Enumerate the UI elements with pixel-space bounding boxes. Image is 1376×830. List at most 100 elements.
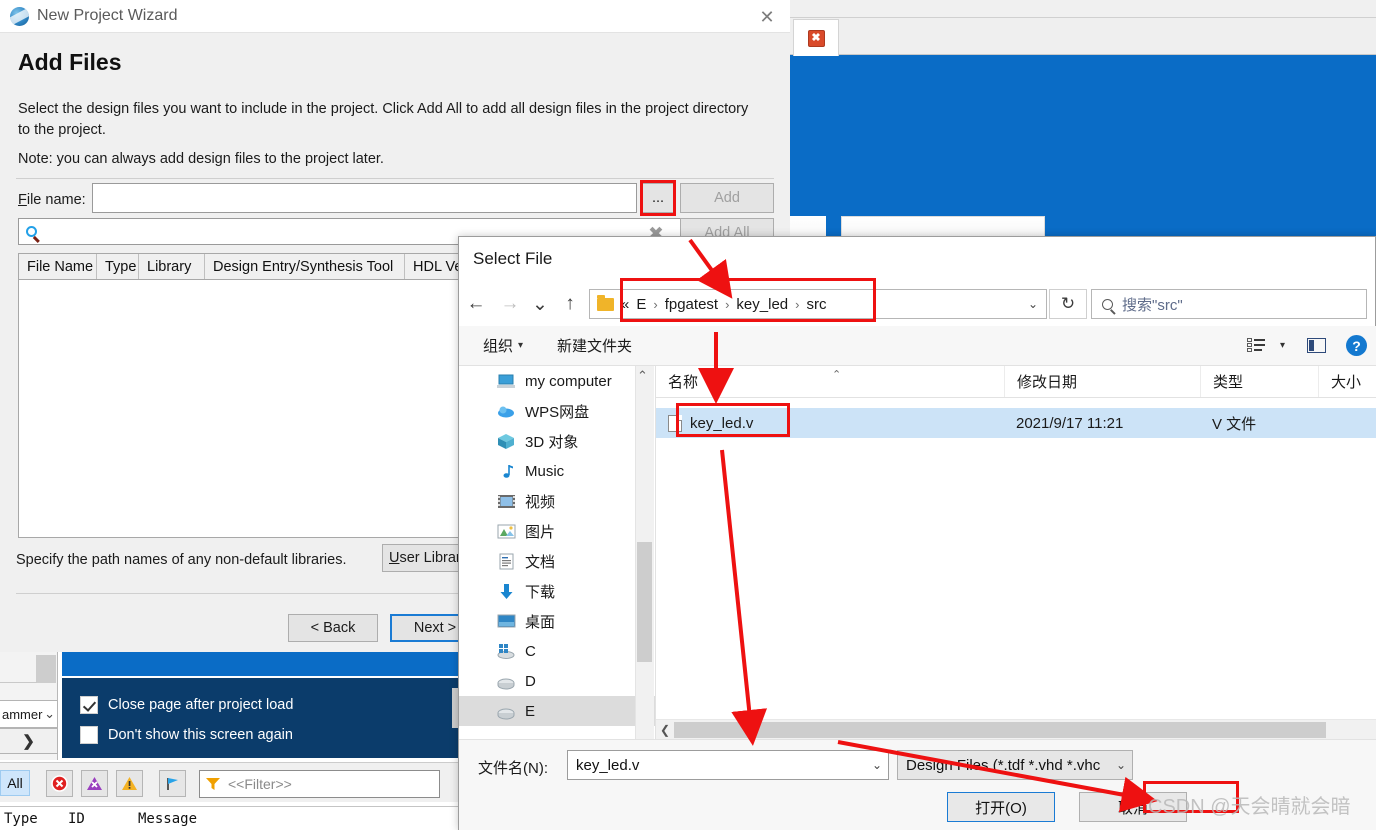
sidebar-item-desktop[interactable]: 桌面 [459,606,655,636]
file-name-cell[interactable]: key_led.v [656,408,1004,438]
view-list-icon [1246,338,1267,353]
scroll-up-icon[interactable]: ⌃ [637,368,648,384]
close-icon[interactable]: ✕ [754,6,780,28]
add-button[interactable]: Add [680,183,774,213]
col-design-entry[interactable]: Design Entry/Synthesis Tool [205,254,405,279]
sidebar-item-pictures[interactable]: 图片 [459,516,655,546]
breadcrumb-item-0[interactable]: E [636,296,646,313]
chevron-down-icon: ⌄ [44,706,55,721]
checkbox-close-page[interactable] [80,696,98,714]
col-name-label: 名称 [668,374,699,391]
desktop-icon [497,613,516,630]
view-mode-button[interactable]: ▾ [1246,338,1285,353]
wizard-paragraph-1: Select the design files you want to incl… [18,101,749,139]
up-icon[interactable]: ↑ [553,286,587,322]
forward-icon[interactable]: → [493,286,527,322]
file-name-value: key_led.v [576,756,640,774]
col-modified[interactable]: 修改日期 [1004,366,1200,397]
breadcrumb-item-1[interactable]: fpgatest [665,296,718,313]
close-tab-icon[interactable]: ✖ [807,29,825,47]
sidebar-item-wps[interactable]: WPS网盘 [459,396,655,426]
breadcrumb[interactable]: « E › fpgatest › key_led › src ⌄ [589,289,1047,319]
select-file-navbar: ← → ⌄ ↑ « E › fpgatest › key_led › src ⌄… [459,282,1376,326]
organize-button[interactable]: 组织 ▾ [483,335,523,356]
preview-pane-button[interactable] [1307,338,1326,353]
background-combo[interactable]: ammer ⌄ [0,700,58,728]
chevron-down-icon: ▾ [1279,340,1285,351]
search-icon [26,226,37,237]
sidebar-scroll-thumb[interactable] [637,542,652,662]
file-type-select[interactable]: Design Files (*.tdf *.vhd *.vhc ⌄ [897,750,1133,780]
background-tab-strip [790,18,1376,55]
sort-ascending-icon: ⌃ [832,369,842,381]
open-button[interactable]: 打开(O) [947,792,1055,822]
sidebar-label: 图片 [525,523,556,541]
select-file-title: Select File [473,249,553,268]
back-icon[interactable]: ← [459,286,493,322]
background-scroll-thumb[interactable] [36,655,56,683]
file-list-header: 名称 ⌃ 修改日期 类型 大小 [656,366,1376,398]
computer-icon [497,373,516,390]
sidebar-item-drive-c[interactable]: C [459,636,655,666]
breadcrumb-sep: › [725,296,730,312]
chevron-down-icon[interactable]: ⌄ [1028,297,1038,311]
col-size[interactable]: 大小 [1318,366,1376,397]
sidebar-item-drive-d[interactable]: D [459,666,655,696]
breadcrumb-item-3[interactable]: src [806,296,826,313]
checkbox-close-page-row[interactable]: Close page after project load [80,696,293,714]
search-placeholder: 搜索"src" [1122,296,1183,314]
messages-table-header: Type ID Message [0,806,464,830]
scroll-left-icon[interactable]: ❮ [656,723,674,737]
user-libraries-label: User Librar [389,550,461,566]
error-icon[interactable] [46,770,73,797]
col-name[interactable]: 名称 ⌃ [656,366,1004,397]
help-button[interactable]: ? [1346,335,1367,356]
picture-icon [497,523,516,540]
document-icon [497,553,516,570]
col-type[interactable]: 类型 [1200,366,1318,397]
back-button[interactable]: < Back [288,614,378,642]
search-input[interactable]: 搜索"src" [1091,289,1367,319]
sidebar-item-my-computer[interactable]: my computer [459,366,655,396]
flag-icon[interactable] [159,770,186,797]
recent-locations-icon[interactable]: ⌄ [527,286,553,322]
warning-icon-glyph [122,777,137,790]
background-tab[interactable]: ✖ [793,19,839,56]
sidebar-item-music[interactable]: Music [459,456,655,486]
col-type[interactable]: Type [97,254,139,279]
checkbox-dont-show-label: Don't show this screen again [108,727,293,743]
breadcrumb-sep: › [795,296,800,312]
screen: ✖ ammer ⌄ ❯ Close page after project loa… [0,0,1376,830]
sidebar-item-documents[interactable]: 文档 [459,546,655,576]
file-name-input[interactable] [92,183,637,213]
divider-top [16,178,774,179]
checkbox-close-page-label: Close page after project load [108,697,294,713]
file-list-horizontal-scrollbar[interactable]: ❮ [656,719,1376,739]
col-file-name[interactable]: File Name [19,254,97,279]
col-library[interactable]: Library [139,254,205,279]
chevron-down-icon[interactable]: ⌄ [872,758,882,772]
file-name-input[interactable]: key_led.v ⌄ [567,750,889,780]
horizontal-scroll-thumb[interactable] [674,721,1326,738]
warning-icon[interactable] [116,770,143,797]
checkbox-dont-show[interactable] [80,726,98,744]
sidebar-item-3d-objects[interactable]: 3D 对象 [459,426,655,456]
sidebar-item-drive-e[interactable]: E [459,696,655,726]
background-expand-button[interactable]: ❯ [0,728,58,754]
sidebar-item-videos[interactable]: 视频 [459,486,655,516]
new-folder-button[interactable]: 新建文件夹 [557,335,632,356]
sidebar-item-downloads[interactable]: 下载 [459,576,655,606]
checkbox-dont-show-row[interactable]: Don't show this screen again [80,726,293,744]
breadcrumb-item-2[interactable]: key_led [736,296,788,313]
search-icon [1102,298,1113,310]
messages-tab-all[interactable]: All [0,770,30,796]
funnel-icon [206,777,220,790]
refresh-icon[interactable]: ↻ [1049,289,1087,319]
browse-button[interactable]: ... [642,183,674,213]
messages-filter-input[interactable]: <<Filter>> [199,770,440,798]
messages-col-id: ID [68,810,85,827]
critical-warning-icon[interactable] [81,770,108,797]
globe-icon [10,6,29,26]
table-row[interactable]: key_led.v 2021/9/17 11:21 V 文件 [656,408,1376,438]
file-type-value: Design Files (*.tdf *.vhd *.vhc [906,756,1101,774]
